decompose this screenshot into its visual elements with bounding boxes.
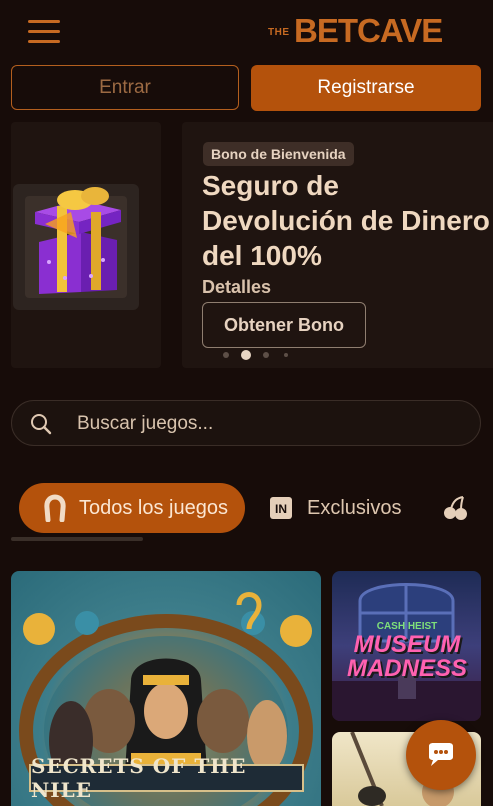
category-tabs: Todos los juegos IN Exclusivos bbox=[11, 478, 493, 542]
carousel-dots bbox=[223, 350, 303, 360]
carousel-dot[interactable] bbox=[284, 353, 288, 357]
game-title-small: CASH HEIST MUSEUM MADNESS bbox=[338, 621, 476, 681]
hamburger-menu-icon[interactable] bbox=[28, 18, 62, 46]
carousel-dot-active[interactable] bbox=[241, 350, 251, 360]
exclusive-badge-icon: IN bbox=[270, 497, 292, 519]
chat-button[interactable] bbox=[406, 720, 476, 790]
promo-title: Seguro de Devolución de Dinero del 100% bbox=[202, 170, 490, 271]
logo[interactable]: THE BETCAVE bbox=[268, 8, 458, 54]
tab-exclusive-label: Exclusivos bbox=[307, 496, 402, 519]
promo-previous-slide[interactable] bbox=[11, 122, 161, 368]
search-icon bbox=[31, 414, 52, 435]
promo-details-link[interactable]: Detalles bbox=[202, 277, 271, 298]
svg-text:IN: IN bbox=[275, 502, 287, 516]
page: THE BETCAVE Entrar Registrarse Bono de B… bbox=[0, 0, 493, 806]
promo-badge: Bono de Bienvenida bbox=[203, 142, 354, 166]
tab-exclusive[interactable]: IN Exclusivos bbox=[269, 483, 401, 533]
logo-word: BETCAVE bbox=[294, 12, 443, 49]
game-tile-museum-madness[interactable]: CASH HEIST MUSEUM MADNESS bbox=[332, 571, 481, 721]
register-button[interactable]: Registrarse bbox=[251, 65, 481, 111]
carousel-dot[interactable] bbox=[223, 352, 229, 358]
cherries-icon[interactable] bbox=[443, 495, 469, 521]
logo-prefix: THE bbox=[268, 27, 290, 38]
login-button[interactable]: Entrar bbox=[11, 65, 239, 110]
tabs-scroll-indicator bbox=[11, 537, 143, 541]
search-bar[interactable] bbox=[11, 400, 481, 446]
tab-all-games-label: Todos los juegos bbox=[79, 496, 228, 519]
horseshoe-icon bbox=[44, 494, 66, 522]
get-bonus-button[interactable]: Obtener Bono bbox=[202, 302, 366, 348]
carousel-dot[interactable] bbox=[263, 352, 269, 358]
header: THE BETCAVE bbox=[0, 0, 493, 65]
game-title-large: SECRETS OF THE NILE bbox=[29, 754, 304, 802]
chat-bubble-icon bbox=[429, 743, 453, 766]
tab-all-games[interactable]: Todos los juegos bbox=[19, 483, 245, 533]
game-tile-secrets-of-the-nile[interactable]: SECRETS OF THE NILE bbox=[11, 571, 321, 806]
promo-card: Bono de Bienvenida Seguro de Devolución … bbox=[182, 122, 493, 368]
search-input[interactable] bbox=[75, 409, 459, 439]
gift-box-icon bbox=[35, 187, 121, 294]
